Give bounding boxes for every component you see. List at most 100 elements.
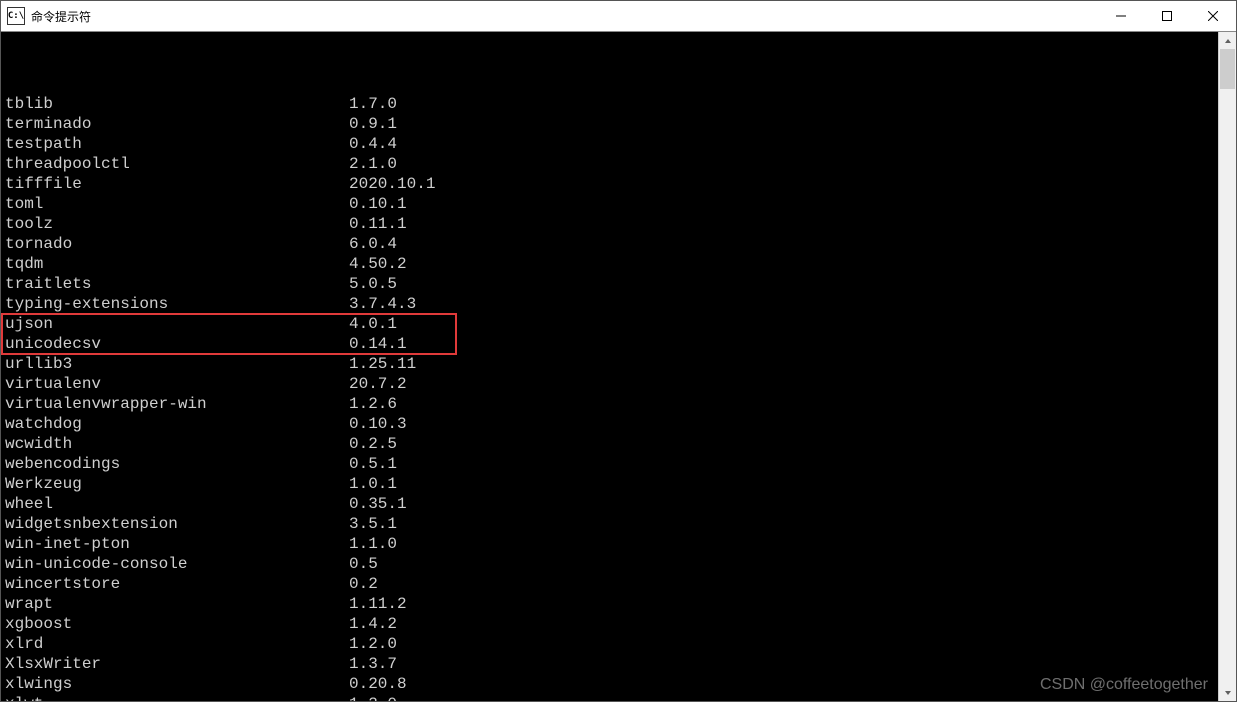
package-version: 0.10.3 [349, 414, 407, 434]
package-row: traitlets5.0.5 [5, 274, 1214, 294]
package-name: Werkzeug [5, 474, 349, 494]
package-version: 0.10.1 [349, 194, 407, 214]
package-version: 1.3.7 [349, 654, 397, 674]
package-version: 1.4.2 [349, 614, 397, 634]
package-row: xlrd1.2.0 [5, 634, 1214, 654]
package-name: xlrd [5, 634, 349, 654]
scroll-thumb[interactable] [1220, 49, 1235, 89]
package-version: 0.5 [349, 554, 378, 574]
titlebar[interactable]: C:\ 命令提示符 [1, 1, 1236, 32]
package-name: tqdm [5, 254, 349, 274]
package-version: 5.0.5 [349, 274, 397, 294]
package-row: unicodecsv0.14.1 [5, 334, 1214, 354]
package-version: 1.7.0 [349, 94, 397, 114]
package-version: 0.11.1 [349, 214, 407, 234]
package-version: 0.2.5 [349, 434, 397, 454]
package-row: widgetsnbextension3.5.1 [5, 514, 1214, 534]
package-name: win-unicode-console [5, 554, 349, 574]
package-name: wcwidth [5, 434, 349, 454]
package-name: threadpoolctl [5, 154, 349, 174]
package-name: win-inet-pton [5, 534, 349, 554]
package-version: 0.4.4 [349, 134, 397, 154]
package-name: virtualenv [5, 374, 349, 394]
vertical-scrollbar[interactable] [1218, 32, 1236, 701]
package-name: webencodings [5, 454, 349, 474]
package-version: 0.14.1 [349, 334, 407, 354]
package-row: tornado6.0.4 [5, 234, 1214, 254]
package-version: 2.1.0 [349, 154, 397, 174]
package-version: 0.20.8 [349, 674, 407, 694]
package-name: tblib [5, 94, 349, 114]
maximize-button[interactable] [1144, 1, 1190, 31]
package-row: typing-extensions3.7.4.3 [5, 294, 1214, 314]
cmd-icon: C:\ [7, 7, 25, 25]
package-row: xlwings0.20.8 [5, 674, 1214, 694]
package-version: 1.25.11 [349, 354, 416, 374]
package-name: tornado [5, 234, 349, 254]
package-name: traitlets [5, 274, 349, 294]
package-name: tifffile [5, 174, 349, 194]
package-row: xlwt1.3.0 [5, 694, 1214, 701]
package-version: 20.7.2 [349, 374, 407, 394]
package-name: xlwt [5, 694, 349, 701]
cmd-window: C:\ 命令提示符 tblib1.7.0terminado0.9.1testpa… [0, 0, 1237, 702]
package-row: terminado0.9.1 [5, 114, 1214, 134]
package-name: widgetsnbextension [5, 514, 349, 534]
package-version: 0.5.1 [349, 454, 397, 474]
package-row: watchdog0.10.3 [5, 414, 1214, 434]
package-version: 1.2.0 [349, 634, 397, 654]
package-row: toml0.10.1 [5, 194, 1214, 214]
package-name: xgboost [5, 614, 349, 634]
package-name: unicodecsv [5, 334, 349, 354]
package-row: virtualenv20.7.2 [5, 374, 1214, 394]
package-version: 0.35.1 [349, 494, 407, 514]
package-name: XlsxWriter [5, 654, 349, 674]
package-version: 0.2 [349, 574, 378, 594]
scroll-track[interactable] [1219, 49, 1236, 684]
package-row: wrapt1.11.2 [5, 594, 1214, 614]
package-name: toolz [5, 214, 349, 234]
package-version: 1.3.0 [349, 694, 397, 701]
package-name: toml [5, 194, 349, 214]
package-row: XlsxWriter1.3.7 [5, 654, 1214, 674]
package-row: toolz0.11.1 [5, 214, 1214, 234]
package-name: xlwings [5, 674, 349, 694]
package-name: ujson [5, 314, 349, 334]
package-name: typing-extensions [5, 294, 349, 314]
scroll-up-button[interactable] [1219, 32, 1236, 49]
package-row: wcwidth0.2.5 [5, 434, 1214, 454]
package-row: xgboost1.4.2 [5, 614, 1214, 634]
package-version: 2020.10.1 [349, 174, 435, 194]
package-row: win-unicode-console0.5 [5, 554, 1214, 574]
close-button[interactable] [1190, 1, 1236, 31]
package-row: threadpoolctl2.1.0 [5, 154, 1214, 174]
package-row: ujson4.0.1 [5, 314, 1214, 334]
package-row: tifffile2020.10.1 [5, 174, 1214, 194]
package-row: tblib1.7.0 [5, 94, 1214, 114]
package-name: urllib3 [5, 354, 349, 374]
package-name: wrapt [5, 594, 349, 614]
package-version: 1.0.1 [349, 474, 397, 494]
minimize-button[interactable] [1098, 1, 1144, 31]
package-row: testpath0.4.4 [5, 134, 1214, 154]
terminal-output[interactable]: tblib1.7.0terminado0.9.1testpath0.4.4thr… [1, 32, 1218, 701]
package-row: webencodings0.5.1 [5, 454, 1214, 474]
package-name: wincertstore [5, 574, 349, 594]
package-name: virtualenvwrapper-win [5, 394, 349, 414]
package-version: 1.2.6 [349, 394, 397, 414]
package-version: 4.50.2 [349, 254, 407, 274]
package-version: 1.11.2 [349, 594, 407, 614]
package-row: tqdm4.50.2 [5, 254, 1214, 274]
package-row: urllib31.25.11 [5, 354, 1214, 374]
client-area: tblib1.7.0terminado0.9.1testpath0.4.4thr… [1, 32, 1236, 701]
package-row: virtualenvwrapper-win1.2.6 [5, 394, 1214, 414]
package-version: 0.9.1 [349, 114, 397, 134]
package-row: win-inet-pton1.1.0 [5, 534, 1214, 554]
package-row: Werkzeug1.0.1 [5, 474, 1214, 494]
package-version: 6.0.4 [349, 234, 397, 254]
package-name: terminado [5, 114, 349, 134]
package-version: 1.1.0 [349, 534, 397, 554]
package-row: wheel0.35.1 [5, 494, 1214, 514]
package-name: watchdog [5, 414, 349, 434]
scroll-down-button[interactable] [1219, 684, 1236, 701]
